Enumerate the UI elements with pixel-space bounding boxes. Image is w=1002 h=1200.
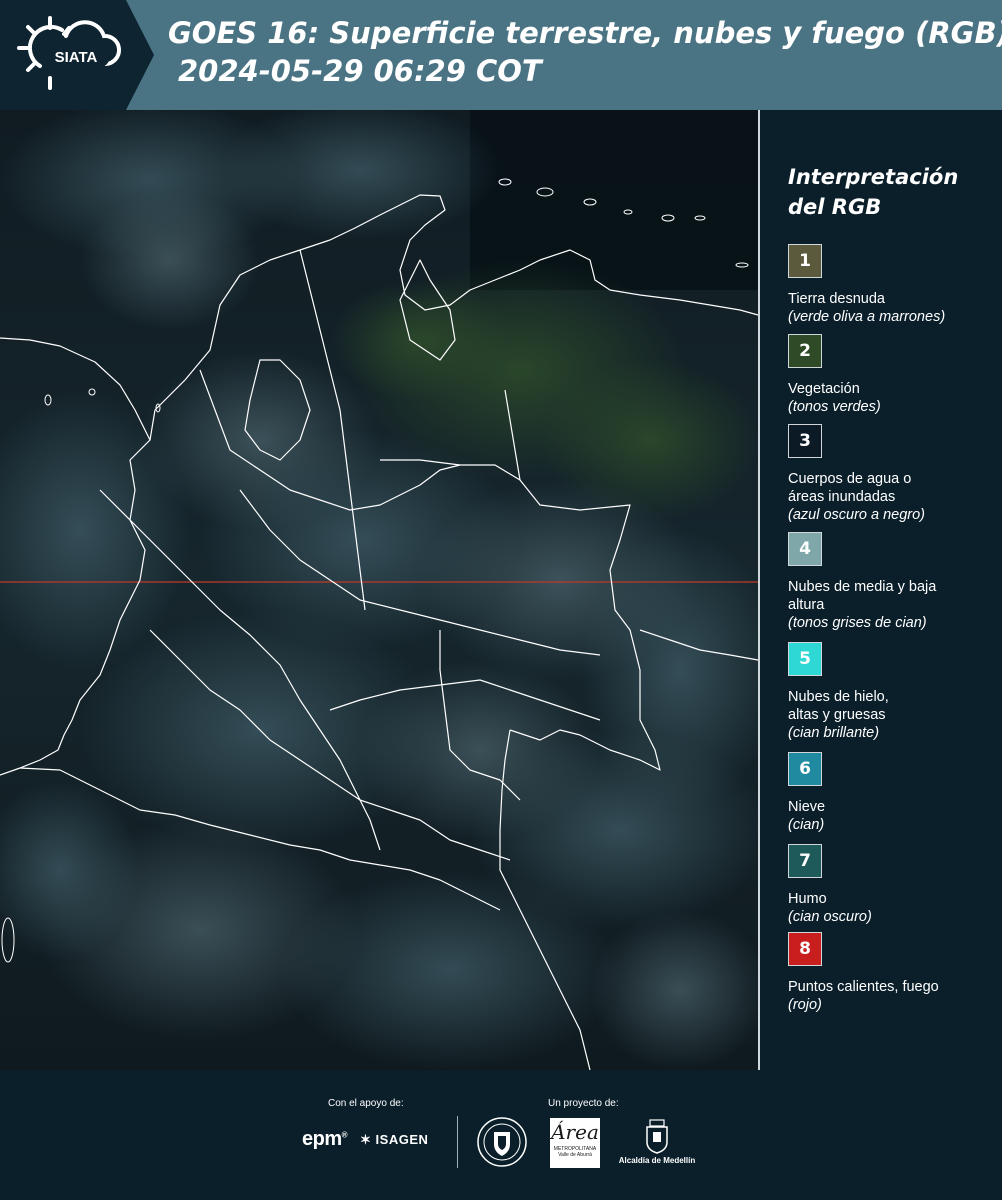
satellite-image bbox=[0, 110, 760, 1070]
legend-item-ice-clouds: 5 Nubes de hielo, altas y gruesas (cian … bbox=[788, 642, 998, 743]
sun-cloud-icon: SIATA bbox=[17, 16, 122, 90]
legend-item-label: Cuerpos de agua o áreas inundadas bbox=[788, 471, 912, 505]
legend-item-fire: 8 Puntos calientes, fuego (rojo) bbox=[788, 932, 998, 1015]
legend-item-description: (cian brillante) bbox=[788, 725, 880, 741]
legend-item-label: Nubes de media y baja altura bbox=[788, 579, 937, 613]
coat-of-arms-icon bbox=[646, 1119, 668, 1154]
epm-logo-text: epm bbox=[302, 1128, 342, 1150]
page-title-timestamp: 2024-05-29 06:29 COT bbox=[178, 54, 542, 88]
legend-item-label: Vegetación bbox=[788, 381, 860, 397]
legend-item-label: Nieve bbox=[788, 799, 826, 815]
legend-item-label: Tierra desnuda bbox=[788, 291, 885, 307]
area-metropolitana-logo: Área METROPOLITANA Valle de Aburrá bbox=[550, 1118, 600, 1168]
legend-item-snow: 6 Nieve (cian) bbox=[788, 752, 998, 835]
legend-item-description: (cian oscuro) bbox=[788, 909, 872, 925]
legend-swatch: 4 bbox=[788, 532, 822, 566]
legend-swatch: 5 bbox=[788, 642, 822, 676]
legend-item-description: (rojo) bbox=[788, 997, 822, 1013]
legend-item-description: (azul oscuro a negro) bbox=[788, 507, 926, 523]
legend-item-label: Nubes de hielo, altas y gruesas bbox=[788, 689, 889, 723]
epm-logo: epm® bbox=[302, 1128, 348, 1151]
legend-item-description: (tonos verdes) bbox=[788, 399, 881, 415]
project-label: Un proyecto de: bbox=[548, 1098, 619, 1109]
footer: Con el apoyo de: Un proyecto de: epm® ✶ … bbox=[0, 1070, 1002, 1200]
siata-logo-text: SIATA bbox=[55, 49, 98, 66]
legend-title: Interpretación del RGB bbox=[788, 162, 988, 222]
legend-item-vegetation: 2 Vegetación (tonos verdes) bbox=[788, 334, 998, 417]
legend-item-mid-low-clouds: 4 Nubes de media y baja altura (tonos gr… bbox=[788, 532, 998, 633]
alcaldia-medellin-logo: Alcaldía de Medellín bbox=[612, 1118, 702, 1165]
legend-item-water: 3 Cuerpos de agua o áreas inundadas (azu… bbox=[788, 424, 998, 525]
alcaldia-logo-text: Alcaldía de Medellín bbox=[618, 1156, 696, 1165]
isagen-logo-text: ISAGEN bbox=[375, 1132, 429, 1147]
legend-swatch: 3 bbox=[788, 424, 822, 458]
page-title: GOES 16: Superficie terrestre, nubes y f… bbox=[168, 14, 1002, 90]
header: SIATA GOES 16: Superficie terrestre, nub… bbox=[0, 0, 1002, 110]
legend-item-bare-soil: 1 Tierra desnuda (verde oliva a marrones… bbox=[788, 244, 998, 327]
amva-logo-title: Área bbox=[551, 1120, 599, 1144]
legend-item-label: Puntos calientes, fuego bbox=[788, 979, 939, 995]
legend-swatch: 2 bbox=[788, 334, 822, 368]
legend-item-description: (verde oliva a marrones) bbox=[788, 309, 946, 325]
legend-title-line2: del RGB bbox=[788, 195, 882, 219]
legend-item-description: (cian) bbox=[788, 817, 825, 833]
isagen-star-icon: ✶ bbox=[360, 1132, 372, 1147]
support-label: Con el apoyo de: bbox=[328, 1098, 404, 1109]
legend-item-label: Humo bbox=[788, 891, 827, 907]
legend-item-smoke: 7 Humo (cian oscuro) bbox=[788, 844, 998, 927]
legend-swatch: 7 bbox=[788, 844, 822, 878]
footer-divider bbox=[457, 1116, 458, 1168]
amva-logo-tagline: Valle de Aburrá bbox=[558, 1152, 592, 1158]
shield-seal-icon bbox=[477, 1117, 527, 1167]
satellite-map[interactable] bbox=[0, 110, 760, 1070]
legend-panel: Interpretación del RGB 1 Tierra desnuda … bbox=[760, 110, 1002, 1070]
legend-title-line1: Interpretación bbox=[788, 165, 959, 189]
epm-registered-mark: ® bbox=[341, 1130, 348, 1140]
legend-swatch: 6 bbox=[788, 752, 822, 786]
legend-item-description: (tonos grises de cian) bbox=[788, 615, 927, 631]
isagen-logo: ✶ ISAGEN bbox=[360, 1132, 428, 1148]
page-title-line1: GOES 16: Superficie terrestre, nubes y f… bbox=[168, 16, 1002, 50]
legend-swatch: 8 bbox=[788, 932, 822, 966]
siata-logo: SIATA bbox=[14, 14, 126, 96]
legend-swatch: 1 bbox=[788, 244, 822, 278]
